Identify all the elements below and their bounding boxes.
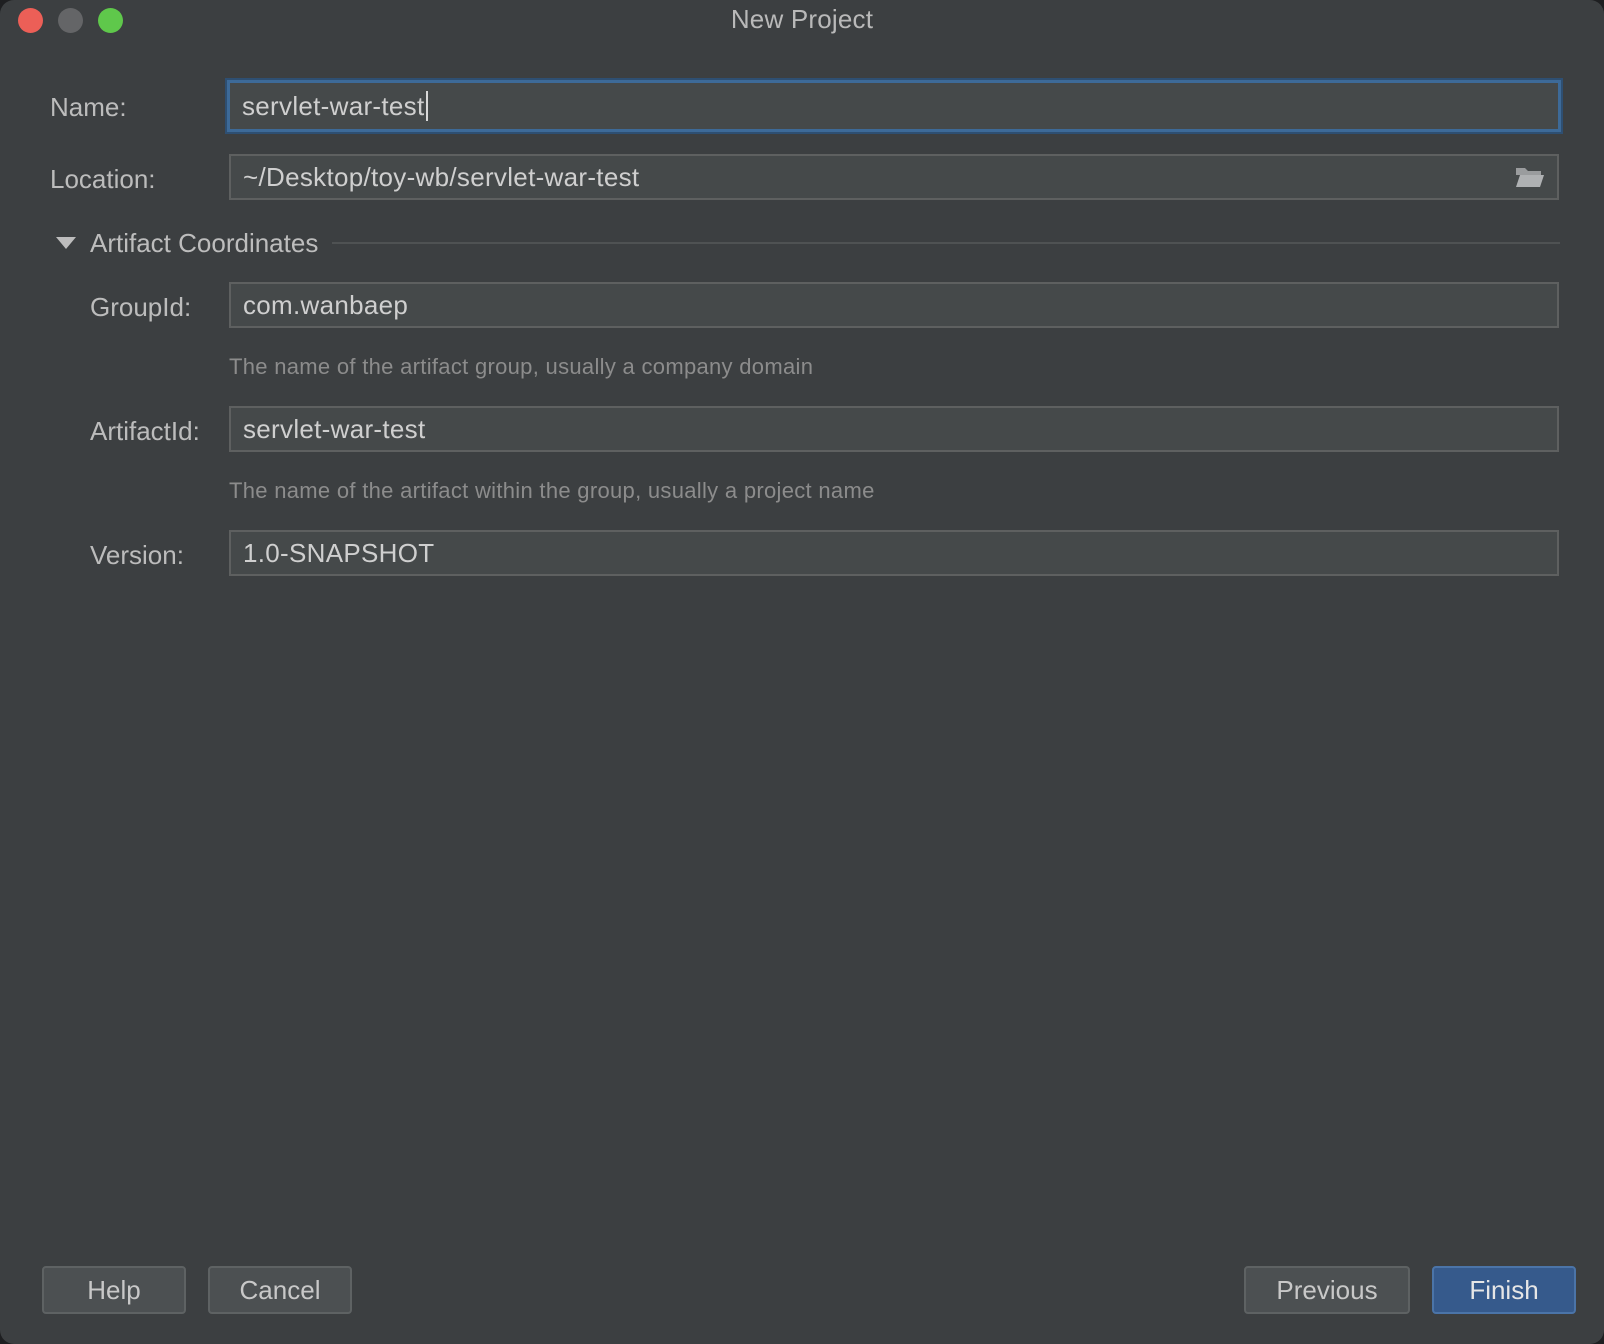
groupid-label: GroupId:: [90, 292, 192, 322]
name-value: servlet-war-test: [242, 90, 425, 121]
name-label: Name:: [50, 92, 127, 122]
location-field[interactable]: [229, 154, 1559, 200]
artifactid-label: ArtifactId:: [90, 416, 200, 446]
text-caret: [425, 91, 428, 121]
window-title: New Project: [730, 4, 874, 34]
location-label: Location:: [50, 164, 156, 194]
help-button[interactable]: Help: [42, 1266, 186, 1314]
artifact-coordinates-section: Artifact Coordinates: [56, 226, 1560, 260]
folder-open-icon[interactable]: [1515, 165, 1545, 189]
version-field[interactable]: [229, 530, 1559, 576]
groupid-field[interactable]: [229, 282, 1559, 328]
section-title[interactable]: Artifact Coordinates: [90, 228, 318, 259]
artifactid-hint: The name of the artifact within the grou…: [229, 478, 875, 503]
groupid-input[interactable]: [243, 289, 1545, 321]
finish-button[interactable]: Finish: [1432, 1266, 1576, 1314]
artifactid-input[interactable]: [243, 413, 1545, 445]
title-bar: New Project: [0, 0, 1604, 42]
previous-button[interactable]: Previous: [1244, 1266, 1410, 1314]
name-field[interactable]: servlet-war-test: [227, 80, 1561, 132]
version-input[interactable]: [243, 537, 1545, 569]
new-project-dialog: New Project Name: servlet-war-test Locat…: [0, 0, 1604, 1344]
artifactid-field[interactable]: [229, 406, 1559, 452]
version-label: Version:: [90, 540, 184, 570]
location-input[interactable]: [243, 161, 1545, 193]
triangle-down-icon[interactable]: [56, 237, 76, 249]
groupid-hint: The name of the artifact group, usually …: [229, 354, 814, 379]
section-divider: [332, 242, 1560, 244]
cancel-button[interactable]: Cancel: [208, 1266, 352, 1314]
